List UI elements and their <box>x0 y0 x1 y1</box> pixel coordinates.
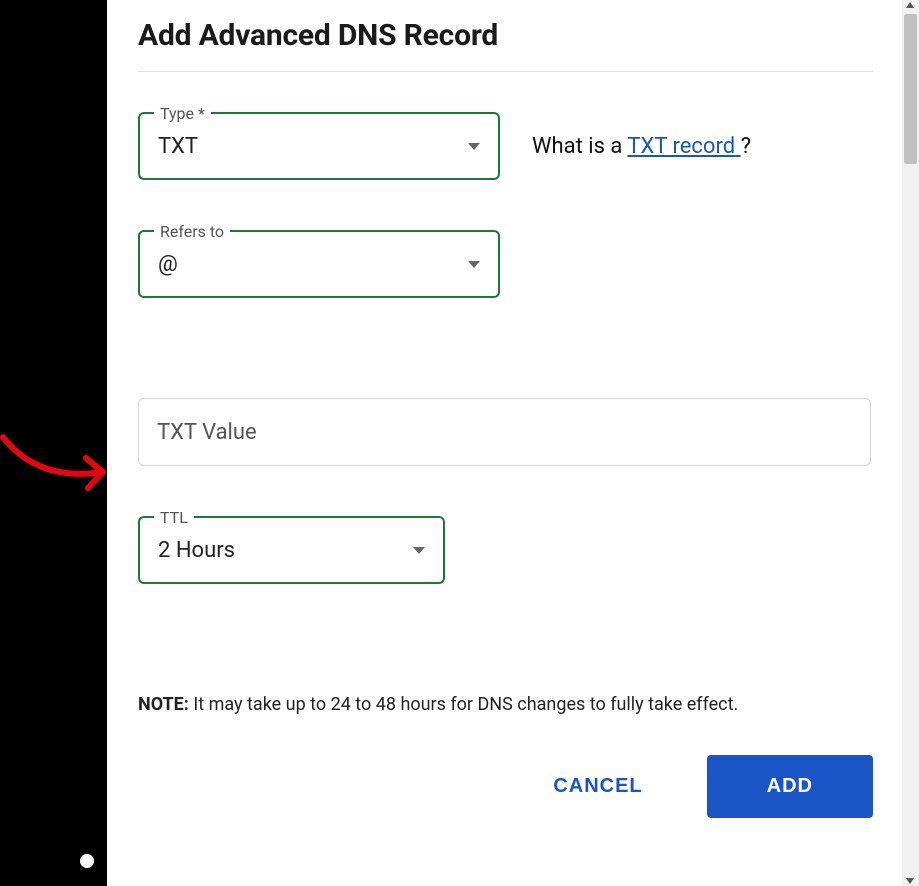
dialog-content: Add Advanced DNS Record Type * TXT What … <box>138 18 873 818</box>
txt-value-placeholder: TXT Value <box>157 420 257 445</box>
help-suffix: ? <box>741 134 751 159</box>
txt-value-row: TXT Value <box>138 398 873 466</box>
ttl-value: 2 Hours <box>158 538 413 563</box>
type-row: Type * TXT What is a TXT record ? <box>138 112 873 180</box>
scroll-up-icon[interactable] <box>906 2 914 8</box>
help-prefix: What is a <box>532 134 627 159</box>
type-label: Type * <box>154 104 211 123</box>
type-help-text: What is a TXT record ? <box>532 134 751 159</box>
chevron-down-icon <box>468 143 480 150</box>
type-select[interactable]: Type * TXT <box>138 112 500 180</box>
cancel-button[interactable]: CANCEL <box>545 765 650 808</box>
note-label: NOTE: <box>138 694 189 715</box>
chevron-down-icon <box>413 547 425 554</box>
refers-to-row: Refers to @ <box>138 230 873 298</box>
ttl-row: TTL 2 Hours <box>138 516 873 584</box>
button-row: CANCEL ADD <box>138 755 873 818</box>
title-divider <box>138 71 873 72</box>
refers-to-select[interactable]: Refers to @ <box>138 230 500 298</box>
note-body: It may take up to 24 to 48 hours for DNS… <box>189 694 738 715</box>
sidebar-dot <box>80 854 94 868</box>
scroll-down-icon[interactable] <box>906 878 914 884</box>
sidebar-black-region <box>0 0 107 886</box>
refers-to-value: @ <box>158 252 468 277</box>
note-text: NOTE: It may take up to 24 to 48 hours f… <box>138 694 873 715</box>
ttl-label: TTL <box>154 508 194 527</box>
scrollbar-track[interactable] <box>902 0 919 886</box>
scroll-thumb[interactable] <box>904 14 917 164</box>
chevron-down-icon <box>468 261 480 268</box>
txt-record-link[interactable]: TXT record <box>627 134 740 159</box>
type-value: TXT <box>158 134 468 159</box>
txt-value-input[interactable]: TXT Value <box>138 398 871 466</box>
dialog-title: Add Advanced DNS Record <box>138 18 873 53</box>
add-button[interactable]: ADD <box>707 755 873 818</box>
refers-to-label: Refers to <box>154 222 230 241</box>
ttl-select[interactable]: TTL 2 Hours <box>138 516 445 584</box>
